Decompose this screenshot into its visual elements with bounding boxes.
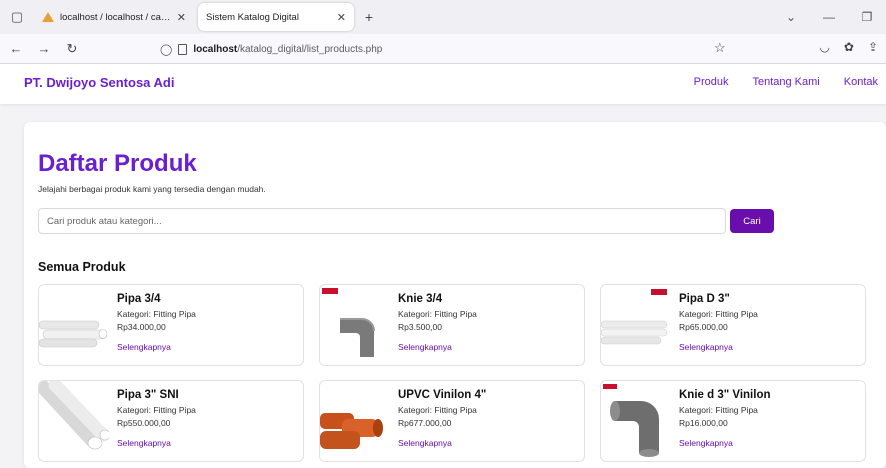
product-price: Rp34.000,00 [117,322,166,332]
product-card: Knie 3/4 Kategori: Fitting Pipa Rp3.500,… [319,284,585,366]
share-icon[interactable]: ⇪ [868,40,878,54]
product-price: Rp550.000,00 [117,418,171,428]
bookmark-star-icon[interactable]: ☆ [714,40,726,56]
web-page: PT. Dwijoyo Sentosa Adi Produk Tentang K… [0,64,886,468]
close-icon[interactable]: ✕ [177,11,186,24]
tab-overview-icon[interactable]: ▢ [0,0,34,34]
close-icon[interactable]: ✕ [337,11,346,24]
toolbar-tools: ◡ ✿ ⇪ [819,40,878,54]
product-category: Kategori: Fitting Pipa [679,405,758,415]
tab-phpmyadmin[interactable]: localhost / localhost / catalog_d ✕ [34,3,194,31]
product-detail-link[interactable]: Selengkapnya [398,342,477,352]
browser-nav-bar: ← → ↻ ◯ localhost/katalog_digital/list_p… [0,34,886,64]
product-category: Kategori: Fitting Pipa [398,405,477,415]
product-detail-link[interactable]: Selengkapnya [679,342,758,352]
product-price: Rp65.000,00 [679,322,728,332]
product-image [320,413,383,449]
phpmyadmin-favicon-icon [42,12,54,22]
forward-arrow-icon[interactable]: → [32,41,56,56]
tab-title: localhost / localhost / catalog_d [60,11,171,23]
product-name: UPVC Vinilon 4" [398,389,487,401]
url-host: localhost [193,43,238,55]
reload-icon[interactable]: ↻ [60,41,84,57]
product-detail-link[interactable]: Selengkapnya [679,438,771,448]
product-card: UPVC Vinilon 4" Kategori: Fitting Pipa R… [319,380,585,462]
product-image [322,288,375,357]
address-bar[interactable]: ◯ localhost/katalog_digital/list_product… [160,37,746,61]
search-button[interactable]: Cari [730,209,774,233]
tab-katalog[interactable]: Sistem Katalog Digital ✕ [198,3,354,31]
product-detail-link[interactable]: Selengkapnya [117,342,196,352]
product-image [39,381,109,450]
section-title: Semua Produk [38,260,126,274]
tab-list-chevron-icon[interactable]: ⌄ [772,10,810,24]
product-image [603,384,659,457]
catalog-container: Daftar Produk Jelajahi berbagai produk k… [24,122,886,468]
page-subtitle: Jelajahi berbagai produk kami yang terse… [38,184,266,194]
product-name: Pipa D 3" [679,293,730,305]
product-name: Pipa 3/4 [117,293,161,305]
new-tab-button[interactable]: + [354,3,384,31]
restore-icon[interactable]: ❐ [848,10,886,24]
product-name: Pipa 3" SNI [117,389,179,401]
product-price: Rp677.000,00 [398,418,452,428]
product-category: Kategori: Fitting Pipa [117,405,196,415]
product-name: Knie 3/4 [398,293,443,305]
menu-item-tentang-kami[interactable]: Tentang Kami [752,76,819,88]
back-arrow-icon[interactable]: ← [4,41,28,56]
product-category: Kategori: Fitting Pipa [679,309,758,319]
window-controls: ⌄ — ❐ [772,0,886,34]
site-header: PT. Dwijoyo Sentosa Adi Produk Tentang K… [0,64,886,104]
product-price: Rp3.500,00 [398,322,442,332]
product-card: Pipa 3" SNI Kategori: Fitting Pipa Rp550… [38,380,304,462]
search-input[interactable] [38,208,726,234]
product-card: Pipa 3/4 Kategori: Fitting Pipa Rp34.000… [38,284,304,366]
product-category: Kategori: Fitting Pipa [398,309,477,319]
page-icon [178,43,188,55]
url-path: /katalog_digital/list_products.php [237,43,383,55]
brand-name[interactable]: PT. Dwijoyo Sentosa Adi [24,75,174,90]
product-image [601,289,668,345]
product-image [39,320,108,348]
product-price: Rp16.000,00 [679,418,728,428]
page-title: Daftar Produk [38,150,197,177]
product-name: Knie d 3" Vinilon [679,389,771,401]
shield-icon[interactable]: ◯ [160,43,172,56]
tab-title: Sistem Katalog Digital [206,11,299,23]
menu-item-produk[interactable]: Produk [694,76,729,88]
browser-tab-bar: ▢ localhost / localhost / catalog_d ✕ Si… [0,0,886,34]
product-detail-link[interactable]: Selengkapnya [117,438,196,448]
main-menu: Produk Tentang Kami Kontak [694,76,878,88]
menu-item-kontak[interactable]: Kontak [844,76,878,88]
product-detail-link[interactable]: Selengkapnya [398,438,486,448]
pocket-icon[interactable]: ◡ [819,40,829,54]
minimize-icon[interactable]: — [810,10,848,24]
product-card: Knie d 3" Vinilon Kategori: Fitting Pipa… [600,380,866,462]
extensions-icon[interactable]: ✿ [844,40,854,54]
product-card: Pipa D 3" Kategori: Fitting Pipa Rp65.00… [600,284,866,366]
product-category: Kategori: Fitting Pipa [117,309,196,319]
